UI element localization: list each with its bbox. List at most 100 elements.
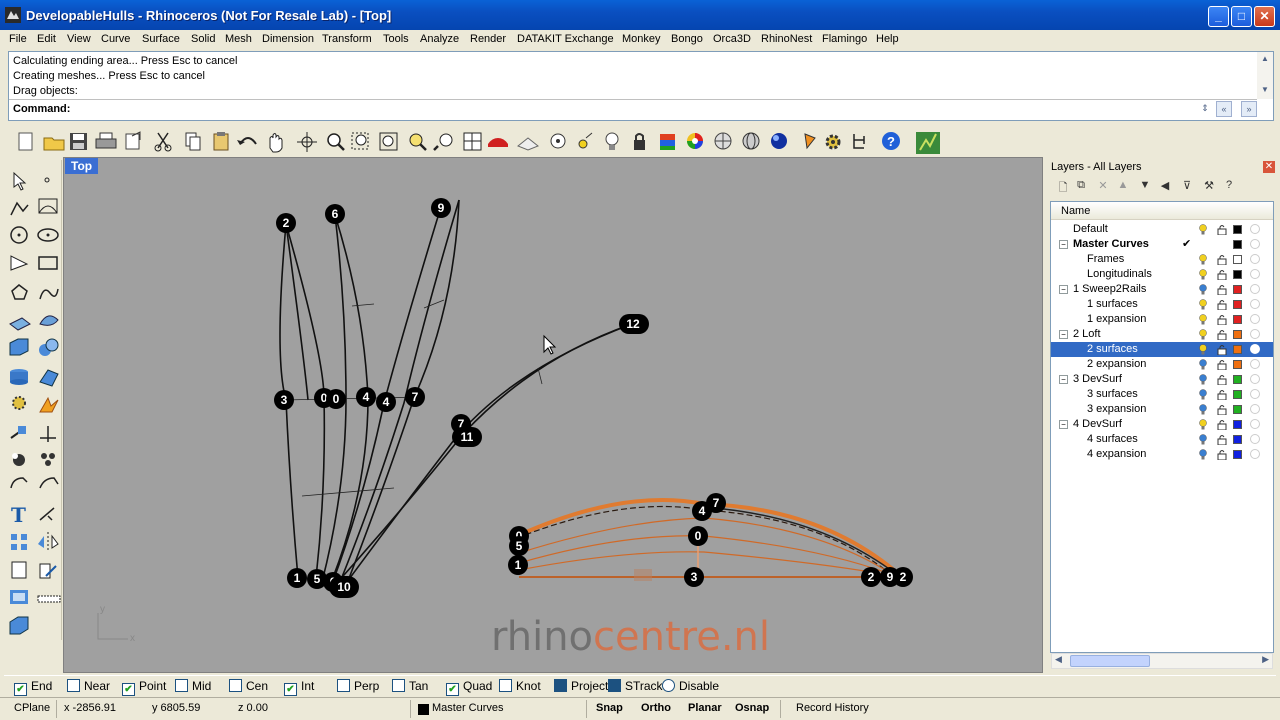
- save-icon[interactable]: [70, 133, 87, 150]
- layer-name[interactable]: 1 expansion: [1087, 313, 1146, 325]
- pan-icon[interactable]: [269, 133, 283, 153]
- render-sphere-icon[interactable]: [771, 133, 787, 149]
- material-circle-icon[interactable]: [1250, 419, 1260, 429]
- material-circle-icon[interactable]: [1250, 269, 1260, 279]
- material-circle-icon[interactable]: [1250, 434, 1260, 444]
- visibility-bulb-icon[interactable]: [1199, 254, 1207, 265]
- lock-icon[interactable]: [1217, 329, 1227, 340]
- layer-color-swatch[interactable]: [1233, 390, 1242, 399]
- layer-color-swatch[interactable]: [1233, 270, 1242, 279]
- import-icon[interactable]: [125, 131, 141, 150]
- menu-surface[interactable]: Surface: [142, 33, 180, 45]
- collapse-icon[interactable]: −: [1059, 240, 1068, 249]
- layer-row[interactable]: −3 DevSurf: [1051, 372, 1273, 387]
- checkbox[interactable]: [175, 679, 188, 692]
- move-up-icon[interactable]: ▲: [1115, 179, 1131, 195]
- group-icon[interactable]: [12, 453, 25, 466]
- layer-row[interactable]: −2 Loft: [1051, 327, 1273, 342]
- menu-tools[interactable]: Tools: [383, 33, 409, 45]
- arc-icon[interactable]: [10, 255, 29, 271]
- surface-icon[interactable]: [9, 317, 31, 331]
- menu-analyze[interactable]: Analyze: [420, 33, 459, 45]
- material-circle-icon[interactable]: [1250, 299, 1260, 309]
- record-history-toggle[interactable]: Record History: [796, 702, 869, 714]
- layer-row[interactable]: −4 DevSurf: [1051, 417, 1273, 432]
- material-circle-icon[interactable]: [1250, 284, 1260, 294]
- menu-bongo[interactable]: Bongo: [671, 33, 703, 45]
- settings-icon[interactable]: [825, 134, 841, 150]
- close-button[interactable]: ✕: [1254, 6, 1275, 27]
- plugin-icon[interactable]: [916, 132, 940, 154]
- collapse-icon[interactable]: −: [1059, 375, 1068, 384]
- menu-help[interactable]: Help: [876, 33, 899, 45]
- layer-row[interactable]: − Master Curves ✔: [1051, 237, 1273, 252]
- checkbox[interactable]: [337, 679, 350, 692]
- layer-name[interactable]: 3 surfaces: [1087, 388, 1138, 400]
- lock-icon[interactable]: [634, 133, 645, 150]
- menu-datakit-exchange[interactable]: DATAKIT Exchange: [517, 33, 614, 45]
- checkbox[interactable]: [499, 679, 512, 692]
- polyline-icon[interactable]: [10, 201, 29, 216]
- zoom-icon[interactable]: [327, 133, 345, 151]
- layer-row[interactable]: Longitudinals: [1051, 267, 1273, 282]
- lock-icon[interactable]: [1217, 374, 1227, 385]
- menu-file[interactable]: File: [9, 33, 27, 45]
- cplane-label[interactable]: CPlane: [14, 702, 50, 714]
- display-icon[interactable]: [10, 590, 28, 604]
- osnap-mid[interactable]: Mid: [175, 679, 211, 693]
- menu-orca3d[interactable]: Orca3D: [713, 33, 751, 45]
- checkbox[interactable]: [229, 679, 242, 692]
- layer-color-swatch[interactable]: [1233, 240, 1242, 249]
- minimize-button[interactable]: _: [1208, 6, 1229, 27]
- undo-icon[interactable]: [237, 137, 257, 145]
- layer-name[interactable]: Longitudinals: [1087, 268, 1152, 280]
- visibility-bulb-icon[interactable]: [1199, 284, 1207, 295]
- layout-icon[interactable]: [11, 561, 27, 579]
- new-sublayer-icon[interactable]: ⧉: [1073, 179, 1089, 195]
- text-icon[interactable]: T: [11, 503, 26, 527]
- menu-mesh[interactable]: Mesh: [225, 33, 252, 45]
- block-icon[interactable]: [37, 595, 61, 603]
- checkbox[interactable]: ✔: [446, 683, 459, 696]
- layer-row[interactable]: 4 surfaces: [1051, 432, 1273, 447]
- menu-edit[interactable]: Edit: [37, 33, 56, 45]
- material-circle-icon[interactable]: [1250, 329, 1260, 339]
- point-icon[interactable]: [44, 177, 50, 183]
- osnap-project[interactable]: Project: [554, 679, 608, 693]
- material-circle-icon[interactable]: [1250, 224, 1260, 234]
- menu-solid[interactable]: Solid: [191, 33, 215, 45]
- zoom-window-icon[interactable]: [351, 132, 369, 150]
- layer-color-swatch[interactable]: [1233, 285, 1242, 294]
- current-layer-label[interactable]: Master Curves: [432, 702, 504, 714]
- curve-icon[interactable]: [38, 198, 58, 214]
- zoom-previous-icon[interactable]: [433, 133, 453, 151]
- osnap-perp[interactable]: Perp: [337, 679, 379, 693]
- lock-icon[interactable]: [1217, 299, 1227, 310]
- maximize-button[interactable]: □: [1231, 6, 1252, 27]
- layer-name[interactable]: 4 surfaces: [1087, 433, 1138, 445]
- osnap-point[interactable]: ✔ Point: [122, 679, 166, 696]
- viewport-title-tab[interactable]: Top: [65, 158, 99, 174]
- rhino-app-icon[interactable]: [5, 7, 21, 23]
- scroll-right-icon[interactable]: ▶: [1262, 654, 1269, 665]
- lock-icon[interactable]: [1217, 389, 1227, 400]
- visibility-bulb-icon[interactable]: [1199, 224, 1207, 235]
- layer-color-swatch[interactable]: [1233, 225, 1242, 234]
- select-icon[interactable]: [13, 171, 27, 191]
- fillet-icon[interactable]: [41, 453, 55, 466]
- osnap-knot[interactable]: Knot: [499, 679, 541, 693]
- layer-color-swatch[interactable]: [1233, 375, 1242, 384]
- layer-row[interactable]: 1 expansion: [1051, 312, 1273, 327]
- layer-name[interactable]: 3 expansion: [1087, 403, 1146, 415]
- layer-row[interactable]: 3 surfaces: [1051, 387, 1273, 402]
- layer-color-swatch[interactable]: [1233, 255, 1242, 264]
- new-layer-icon[interactable]: 🗋: [1055, 179, 1071, 195]
- material-circle-icon[interactable]: [1250, 254, 1260, 264]
- tools-icon[interactable]: ⚒: [1201, 179, 1217, 195]
- scroll-up-arrow-icon[interactable]: ▲: [1259, 54, 1271, 66]
- ortho-toggle[interactable]: Ortho: [641, 702, 671, 714]
- menu-render[interactable]: Render: [470, 33, 506, 45]
- layer-color-swatch[interactable]: [1233, 420, 1242, 429]
- freeform-icon[interactable]: [39, 288, 59, 300]
- lock-icon[interactable]: [1217, 404, 1227, 415]
